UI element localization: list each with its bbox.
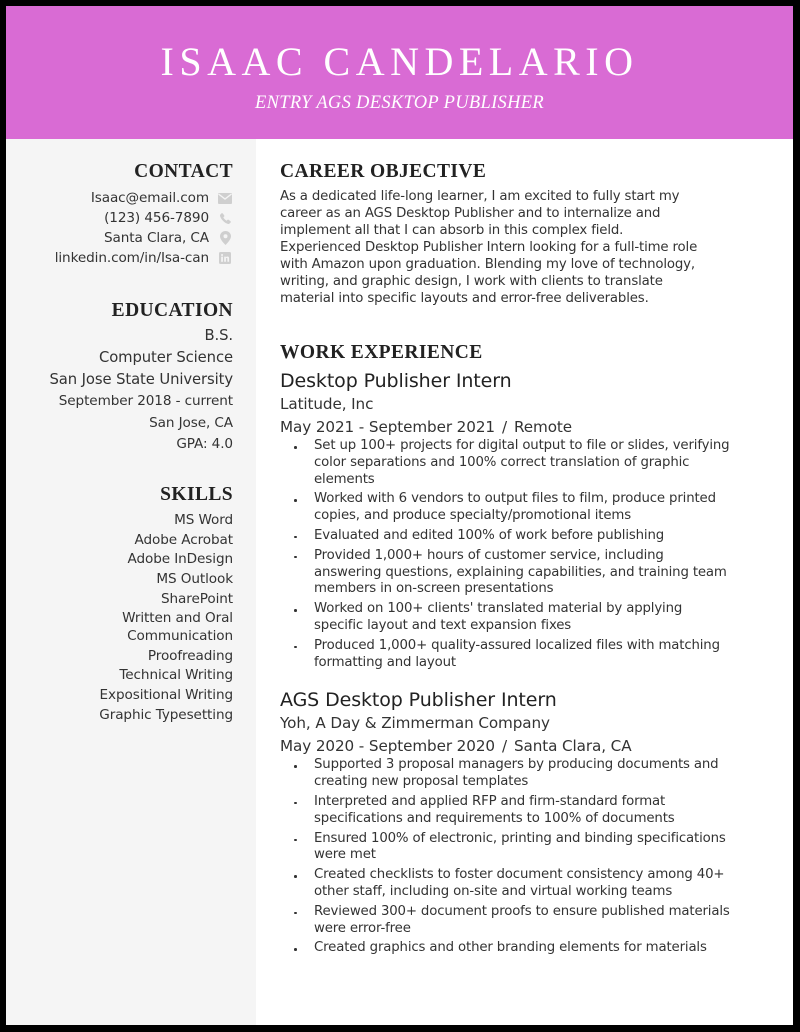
linkedin-icon <box>217 252 233 264</box>
contact-email-text[interactable]: Isaac@email.com <box>91 188 209 208</box>
skill-item: Graphic Typesetting <box>99 706 233 723</box>
job-company: Yoh, A Day & Zimmerman Company <box>280 714 550 733</box>
job-meta-separator: / <box>501 737 507 756</box>
job-bullet: Evaluated and edited 100% of work before… <box>294 528 770 545</box>
envelope-icon <box>217 192 233 204</box>
job-location: Remote <box>513 418 572 436</box>
education-school: San Jose State University <box>49 371 234 388</box>
main-content: CAREER OBJECTIVE As a dedicated life-lon… <box>256 139 793 1025</box>
job-bullet: Produced 1,000+ quality-assured localize… <box>294 638 770 672</box>
job-bullets: Supported 3 proposal managers by produci… <box>280 757 770 957</box>
experience-section: WORK EXPERIENCE Desktop Publisher Intern… <box>280 341 770 960</box>
education-heading: EDUCATION <box>111 300 233 321</box>
candidate-name: ISAAC CANDELARIO <box>160 39 639 84</box>
job-bullet: Created graphics and other branding elem… <box>294 940 770 957</box>
job-title: Desktop Publisher Intern <box>280 370 512 392</box>
job-meta-separator: / <box>501 418 507 436</box>
job-bullet: Ensured 100% of electronic, printing and… <box>294 831 770 865</box>
objective-line: material into specific layouts and error… <box>280 291 649 306</box>
skill-item: SharePoint <box>161 590 233 607</box>
skill-item: MS Outlook <box>156 571 233 588</box>
job-bullet: Provided 1,000+ hours of customer servic… <box>294 548 770 598</box>
job-title: AGS Desktop Publisher Intern <box>280 689 557 712</box>
skill-item: Technical Writing <box>119 667 233 684</box>
skill-item: Written and Oral <box>122 609 233 626</box>
job-bullets: Set up 100+ projects for digital output … <box>280 438 770 671</box>
job-entry: AGS Desktop Publisher Intern Yoh, A Day … <box>280 688 770 957</box>
job-bullet: Created checklists to foster document co… <box>294 867 770 901</box>
education-degree: B.S. <box>204 327 233 344</box>
job-bullet: Reviewed 300+ document proofs to ensure … <box>294 904 770 938</box>
contact-email: Isaac@email.com <box>55 188 233 208</box>
job-meta: May 2020 - September 2020 / Santa Clara, C… <box>280 735 770 757</box>
job-company: Latitude, Inc <box>280 395 374 413</box>
objective-heading: CAREER OBJECTIVE <box>280 161 487 182</box>
job-bullet: Set up 100+ projects for digital output … <box>294 438 770 488</box>
contact-location: Santa Clara, CA <box>55 228 233 248</box>
contact-section: CONTACT Isaac@email.com (123) 456-7890 S… <box>55 160 233 268</box>
education-gpa: GPA: 4.0 <box>176 436 233 452</box>
education-location: San Jose, CA <box>149 414 233 431</box>
job-location: Santa Clara, CA <box>513 737 632 756</box>
job-bullet: Supported 3 proposal managers by produci… <box>294 757 770 791</box>
objective-section: CAREER OBJECTIVE As a dedicated life-lon… <box>280 160 770 307</box>
sidebar: CONTACT Isaac@email.com (123) 456-7890 S… <box>6 139 256 1025</box>
contact-location-text: Santa Clara, CA <box>103 230 209 246</box>
objective-line: writing, and graphic design, I work with… <box>280 274 663 289</box>
phone-icon <box>217 212 233 225</box>
job-bullet: Interpreted and applied RFP and firm-sta… <box>294 794 770 828</box>
job-bullet: Worked with 6 vendors to output files to… <box>294 491 770 525</box>
skill-item: Proofreading <box>147 647 233 664</box>
job-entry: Desktop Publisher Intern Latitude, Inc M… <box>280 369 770 671</box>
skill-item: MS Word <box>174 512 233 528</box>
resume-page: ISAAC CANDELARIO ENTRY AGS DESKTOP PUBLI… <box>6 6 793 1025</box>
contact-phone: (123) 456-7890 <box>55 208 233 228</box>
education-section: EDUCATION B.S. Computer Science San Jose… <box>50 299 234 456</box>
objective-line: career as an AGS Desktop Publisher and t… <box>280 206 661 221</box>
objective-line: implement all that I can absorb in this … <box>280 223 624 238</box>
contact-linkedin: linkedin.com/in/Isa-can <box>55 248 233 268</box>
job-dates: May 2020 - September 2020 <box>280 737 495 756</box>
experience-heading: WORK EXPERIENCE <box>280 342 483 363</box>
objective-line: Experienced Desktop Publisher Intern loo… <box>280 240 698 255</box>
job-meta: May 2021 - September 2021 / Remote <box>280 416 770 438</box>
skill-item: Adobe Acrobat <box>134 531 234 548</box>
skills-section: SKILLS MS Word Adobe Acrobat Adobe InDes… <box>99 483 233 726</box>
job-dates: May 2021 - September 2021 <box>280 418 495 436</box>
contact-phone-text[interactable]: (123) 456-7890 <box>104 208 209 228</box>
skill-item: Expositional Writing <box>99 687 234 704</box>
skills-heading: SKILLS <box>160 484 233 505</box>
map-pin-icon <box>217 231 233 245</box>
education-major: Computer Science <box>98 349 233 366</box>
contact-heading: CONTACT <box>134 161 233 182</box>
skill-item: Communication <box>127 628 233 645</box>
candidate-headline: ENTRY AGS DESKTOP PUBLISHER <box>255 93 544 113</box>
resume-header: ISAAC CANDELARIO ENTRY AGS DESKTOP PUBLI… <box>6 6 793 139</box>
contact-linkedin-text[interactable]: linkedin.com/in/Isa-can <box>55 248 209 268</box>
education-dates: September 2018 - current <box>58 393 233 409</box>
objective-line: As a dedicated life-long learner, I am e… <box>280 189 680 204</box>
objective-line: with Amazon upon graduation. Blending my… <box>280 257 695 272</box>
job-bullet: Worked on 100+ clients' translated mater… <box>294 601 770 635</box>
skill-item: Adobe InDesign <box>127 551 234 568</box>
